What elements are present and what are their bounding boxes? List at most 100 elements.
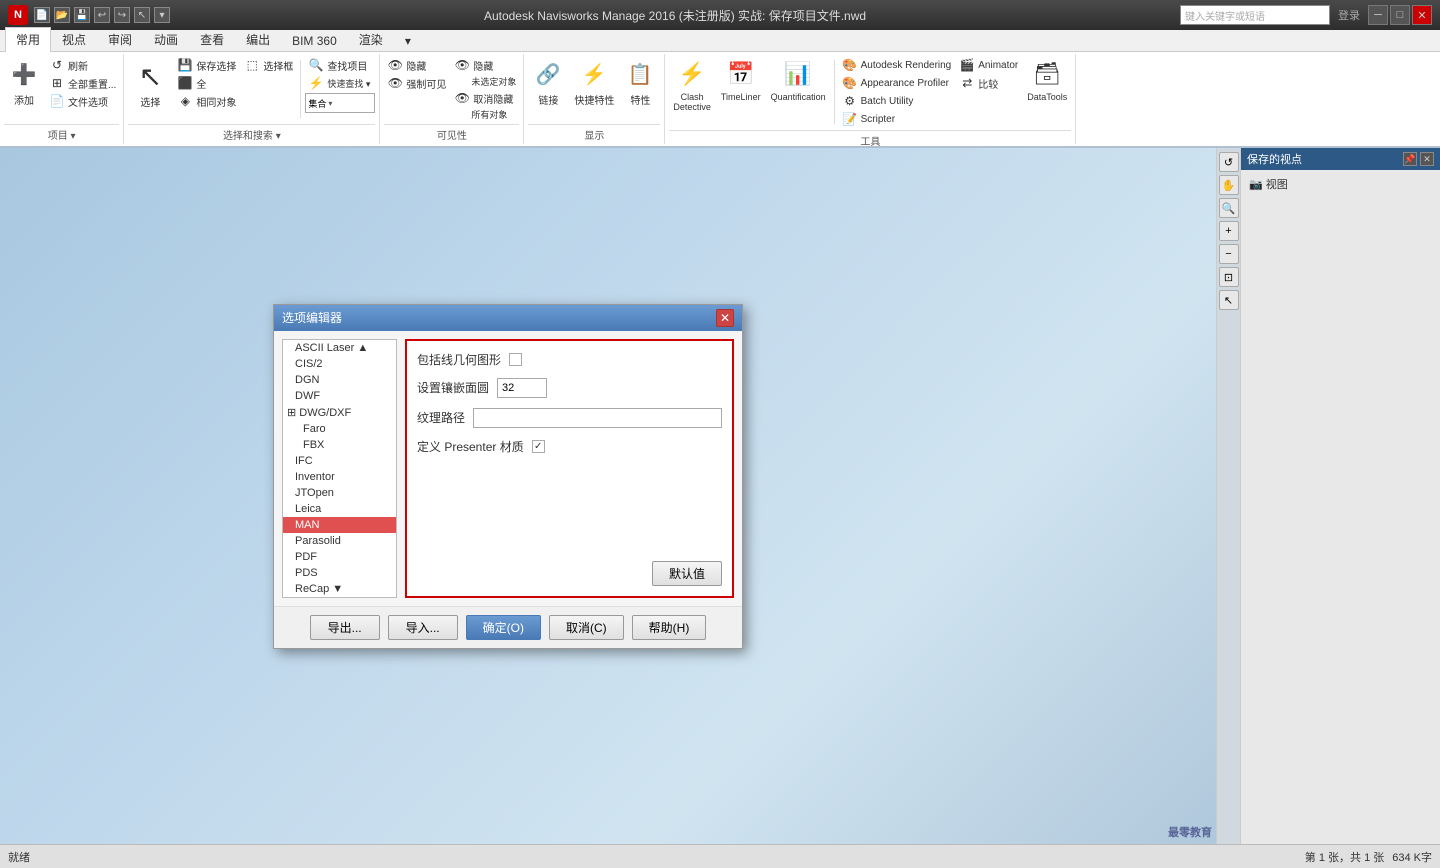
tab-bim360[interactable]: BIM 360 — [281, 30, 348, 51]
tab-common[interactable]: 常用 — [5, 27, 51, 52]
rt-zoomout-btn[interactable]: − — [1219, 244, 1239, 264]
list-item-fbx[interactable]: FBX — [283, 437, 396, 453]
select-box-btn[interactable]: ⬚ 选择框 — [241, 56, 296, 74]
refresh-btn[interactable]: ↺ 刷新 — [46, 56, 119, 74]
dialog-close-btn[interactable]: ✕ — [716, 309, 734, 327]
tab-view[interactable]: 查看 — [189, 27, 235, 51]
list-item-leica[interactable]: Leica — [283, 501, 396, 517]
link-btn[interactable]: 🔗 链接 — [528, 56, 568, 109]
search-combo[interactable]: 集合 ▾ — [305, 93, 375, 113]
unhide-all-btn[interactable]: 👁 取消隐藏 — [451, 89, 519, 107]
batch-utility-btn[interactable]: ⚙ Batch Utility — [839, 92, 955, 110]
right-toolbar: ↺ ✋ 🔍 + − ⊡ ↖ — [1216, 148, 1240, 844]
file-options-btn[interactable]: 📄 文件选项 — [46, 92, 119, 110]
scripter-btn[interactable]: 📝 Scripter — [839, 110, 955, 128]
default-values-btn[interactable]: 默认值 — [652, 561, 722, 586]
list-item-pdf[interactable]: PDF — [283, 549, 396, 565]
viewport[interactable]: 选项编辑器 ✕ ASCII Laser ▲ CIS/2 DGN DWF ⊞ DW… — [0, 148, 1216, 844]
list-item-jtopen[interactable]: JTOpen — [283, 485, 396, 501]
hide-label: 隐藏 — [406, 58, 426, 73]
find-items-btn[interactable]: 🔍 查找项目 — [305, 56, 375, 74]
list-item-dwgdxf[interactable]: ⊞ DWG/DXF — [283, 404, 396, 421]
hide-unselected-btn[interactable]: 👁 隐藏 — [451, 56, 519, 74]
quick-access-toolbar: 📄 📂 💾 ↩ ↪ ↖ ▾ — [34, 7, 170, 23]
presenter-material-label: 定义 Presenter 材质 — [417, 438, 524, 455]
rt-select-btn[interactable]: ↖ — [1219, 290, 1239, 310]
list-item-pds[interactable]: PDS — [283, 565, 396, 581]
include-wireframe-checkbox[interactable] — [509, 353, 522, 366]
add-label: 添加 — [14, 92, 34, 107]
dropdown-btn[interactable]: ▾ — [154, 7, 170, 23]
properties-label: 特性 — [630, 92, 650, 107]
rt-zoomin-btn[interactable]: + — [1219, 221, 1239, 241]
cancel-btn[interactable]: 取消(C) — [549, 615, 624, 640]
panel-close-btn[interactable]: ✕ — [1420, 152, 1434, 166]
panel-pin-btn[interactable]: 📌 — [1403, 152, 1417, 166]
appearance-label: Appearance Profiler — [861, 78, 949, 89]
force-visible-btn[interactable]: 👁 强制可见 — [384, 74, 449, 92]
tab-more[interactable]: ▾ — [394, 30, 422, 51]
rt-orbit-btn[interactable]: ↺ — [1219, 152, 1239, 172]
timeliner-btn[interactable]: 📅 TimeLiner — [717, 56, 765, 104]
presenter-material-checkbox[interactable] — [532, 440, 545, 453]
tree-item-view[interactable]: 📷 视图 — [1245, 174, 1436, 194]
select-icon: ↖ — [134, 60, 166, 92]
list-item-ascii[interactable]: ASCII Laser ▲ — [283, 340, 396, 356]
tab-render[interactable]: 渲染 — [348, 27, 394, 51]
import-btn[interactable]: 导入... — [388, 615, 458, 640]
compare-btn[interactable]: ⇄ 比较 — [956, 74, 1021, 92]
list-item-man[interactable]: MAN — [283, 517, 396, 533]
quick-find-btn[interactable]: ⚡ 快速查找 ▾ — [305, 74, 375, 92]
rt-fit-btn[interactable]: ⊡ — [1219, 267, 1239, 287]
list-item-inventor[interactable]: Inventor — [283, 469, 396, 485]
properties-btn[interactable]: 📋 特性 — [620, 56, 660, 109]
restore-btn[interactable]: □ — [1390, 5, 1410, 25]
select-same-btn[interactable]: ◈ 相同对象 — [174, 92, 239, 110]
list-item-recap[interactable]: ReCap ▼ — [283, 581, 396, 597]
list-item-cis2[interactable]: CIS/2 — [283, 356, 396, 372]
hide-btn[interactable]: 👁 隐藏 — [384, 56, 449, 74]
texture-path-input[interactable] — [473, 408, 722, 428]
help-btn[interactable]: 帮助(H) — [632, 615, 707, 640]
rt-pan-btn[interactable]: ✋ — [1219, 175, 1239, 195]
list-item-ifc[interactable]: IFC — [283, 453, 396, 469]
tab-review[interactable]: 审阅 — [97, 27, 143, 51]
reset-all-btn[interactable]: ⊞ 全部重置... — [46, 74, 119, 92]
dialog-titlebar: 选项编辑器 ✕ — [274, 305, 742, 331]
list-item-parasolid[interactable]: Parasolid — [283, 533, 396, 549]
tools-group-content: ⚡ ClashDetective 📅 TimeLiner 📊 Quantific… — [669, 56, 1071, 128]
ok-btn[interactable]: 确定(O) — [466, 615, 541, 640]
tessellation-input[interactable] — [497, 378, 547, 398]
animator-btn[interactable]: 🎬 Animator — [956, 56, 1021, 74]
clash-icon: ⚡ — [676, 58, 708, 90]
list-item-faro[interactable]: Faro — [283, 421, 396, 437]
save-selection-btn[interactable]: 💾 保存选择 — [174, 56, 239, 74]
new-btn[interactable]: 📄 — [34, 7, 50, 23]
minimize-btn[interactable]: ─ — [1368, 5, 1388, 25]
list-item-dwf[interactable]: DWF — [283, 388, 396, 404]
save-btn[interactable]: 💾 — [74, 7, 90, 23]
tab-viewpoint[interactable]: 视点 — [51, 27, 97, 51]
select-btn[interactable]: ↖ 选择 — [128, 56, 172, 113]
search-box[interactable]: 键入关键字或短语 — [1180, 5, 1330, 25]
list-item-dgn[interactable]: DGN — [283, 372, 396, 388]
add-btn[interactable]: ➕ 添加 — [4, 56, 44, 109]
cursor-btn[interactable]: ↖ — [134, 7, 150, 23]
autodesk-rendering-btn[interactable]: 🎨 Autodesk Rendering — [839, 56, 955, 74]
login-btn[interactable]: 登录 — [1338, 7, 1360, 23]
open-btn[interactable]: 📂 — [54, 7, 70, 23]
rendering-label: Autodesk Rendering — [861, 60, 952, 71]
quick-props-btn[interactable]: ⚡ 快捷特性 — [570, 56, 618, 109]
quantification-btn[interactable]: 📊 Quantification — [767, 56, 830, 104]
tab-output[interactable]: 编出 — [235, 27, 281, 51]
redo-btn[interactable]: ↪ — [114, 7, 130, 23]
rt-zoom-btn[interactable]: 🔍 — [1219, 198, 1239, 218]
export-btn[interactable]: 导出... — [310, 615, 380, 640]
clash-detective-btn[interactable]: ⚡ ClashDetective — [669, 56, 715, 114]
datatools-btn[interactable]: 🗃 DataTools — [1023, 56, 1071, 104]
undo-btn[interactable]: ↩ — [94, 7, 110, 23]
close-btn[interactable]: ✕ — [1412, 5, 1432, 25]
appearance-profiler-btn[interactable]: 🎨 Appearance Profiler — [839, 74, 955, 92]
select-all-btn[interactable]: ⬛ 全 — [174, 74, 239, 92]
tab-animation[interactable]: 动画 — [143, 27, 189, 51]
